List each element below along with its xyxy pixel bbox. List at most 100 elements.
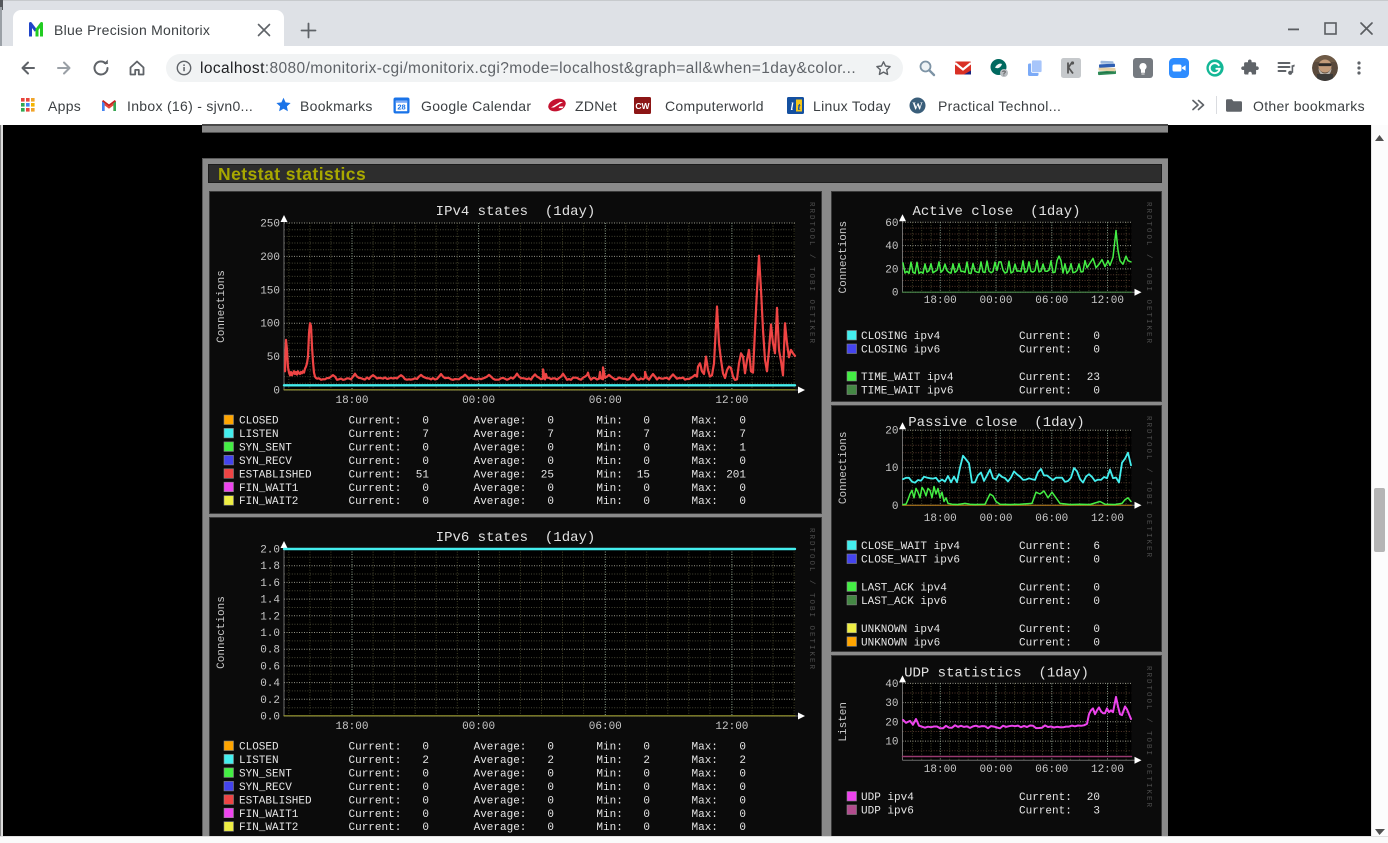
- svg-text:Max:: Max:: [692, 483, 718, 495]
- svg-text:UNKNOWN ipv6: UNKNOWN ipv6: [861, 637, 940, 649]
- svg-text:Min:: Min:: [596, 483, 622, 495]
- svg-text:0: 0: [547, 742, 554, 754]
- svg-text:1.8: 1.8: [260, 561, 280, 573]
- svg-text:0: 0: [643, 496, 650, 508]
- svg-text:CLOSE_WAIT ipv6: CLOSE_WAIT ipv6: [861, 555, 960, 567]
- svg-text:TIME_WAIT ipv4: TIME_WAIT ipv4: [861, 372, 954, 384]
- svg-text:0: 0: [892, 501, 899, 513]
- svg-text:0: 0: [739, 795, 746, 807]
- svg-text:Average:: Average:: [474, 456, 527, 468]
- svg-text:0.4: 0.4: [260, 678, 280, 690]
- svg-text:Average:: Average:: [474, 768, 527, 780]
- svg-text:Average:: Average:: [474, 442, 527, 454]
- svg-text:0: 0: [547, 442, 554, 454]
- svg-text:1.6: 1.6: [260, 578, 280, 590]
- svg-text:Current:: Current:: [349, 483, 402, 495]
- svg-text:0: 0: [547, 496, 554, 508]
- svg-text:Min:: Min:: [596, 768, 622, 780]
- svg-text:Min:: Min:: [596, 442, 622, 454]
- svg-text:RRDTOOL / TOBI OETIKER: RRDTOOL / TOBI OETIKER: [807, 528, 815, 671]
- svg-text:Max:: Max:: [692, 795, 718, 807]
- svg-text:0.8: 0.8: [260, 645, 280, 657]
- svg-text:Min:: Min:: [596, 809, 622, 821]
- svg-text:7: 7: [547, 429, 554, 441]
- svg-text:FIN_WAIT2: FIN_WAIT2: [239, 822, 298, 834]
- svg-text:06:00: 06:00: [589, 721, 622, 733]
- svg-text:Connections: Connections: [838, 431, 850, 504]
- svg-text:0: 0: [1093, 582, 1100, 594]
- svg-text:RRDTOOL / TOBI OETIKER: RRDTOOL / TOBI OETIKER: [1144, 666, 1152, 809]
- svg-text:Current:: Current:: [349, 469, 402, 481]
- svg-text:SYN_RECV: SYN_RECV: [239, 456, 292, 468]
- svg-text:40: 40: [885, 241, 898, 253]
- svg-text:0: 0: [273, 386, 280, 398]
- svg-text:Current:: Current:: [1019, 372, 1072, 384]
- svg-text:2: 2: [643, 755, 650, 767]
- svg-text:0: 0: [643, 742, 650, 754]
- svg-text:0: 0: [1093, 596, 1100, 608]
- svg-text:51: 51: [416, 469, 430, 481]
- svg-text:20: 20: [885, 717, 898, 729]
- svg-text:Current:: Current:: [349, 456, 402, 468]
- svg-text:0: 0: [422, 795, 429, 807]
- svg-text:Average:: Average:: [474, 742, 527, 754]
- svg-text:2.0: 2.0: [260, 545, 280, 557]
- svg-text:Connections: Connections: [216, 270, 228, 343]
- svg-text:0: 0: [739, 782, 746, 794]
- svg-text:Average:: Average:: [474, 469, 527, 481]
- svg-text:0: 0: [643, 822, 650, 834]
- svg-text:Passive close (1day): Passive close (1day): [908, 415, 1084, 431]
- svg-text:FIN_WAIT1: FIN_WAIT1: [239, 483, 299, 495]
- svg-text:0: 0: [1093, 345, 1100, 357]
- svg-text:Max:: Max:: [692, 429, 718, 441]
- svg-text:0: 0: [422, 768, 429, 780]
- svg-text:200: 200: [260, 252, 280, 264]
- svg-text:Current:: Current:: [1019, 792, 1072, 804]
- svg-text:20: 20: [1087, 792, 1100, 804]
- svg-text:Current:: Current:: [1019, 541, 1072, 553]
- svg-text:0: 0: [643, 782, 650, 794]
- svg-text:Average:: Average:: [474, 782, 527, 794]
- svg-text:0: 0: [739, 822, 746, 834]
- svg-text:0: 0: [1093, 331, 1100, 343]
- svg-text:06:00: 06:00: [1035, 295, 1068, 307]
- svg-text:1: 1: [739, 442, 746, 454]
- svg-text:06:00: 06:00: [1035, 513, 1068, 525]
- svg-text:12:00: 12:00: [1091, 764, 1124, 776]
- svg-text:0: 0: [1093, 624, 1100, 636]
- svg-text:0: 0: [1093, 637, 1100, 649]
- svg-text:0: 0: [547, 416, 554, 428]
- svg-text:Current:: Current:: [349, 809, 402, 821]
- svg-text:RRDTOOL / TOBI OETIKER: RRDTOOL / TOBI OETIKER: [1144, 202, 1152, 345]
- svg-text:25: 25: [541, 469, 554, 481]
- svg-text:0: 0: [547, 795, 554, 807]
- svg-text:Max:: Max:: [692, 755, 718, 767]
- svg-text:Current:: Current:: [349, 755, 402, 767]
- svg-text:0: 0: [643, 795, 650, 807]
- svg-text:Current:: Current:: [349, 442, 402, 454]
- svg-text:0: 0: [547, 822, 554, 834]
- svg-text:Max:: Max:: [692, 742, 718, 754]
- svg-text:UDP statistics (1day): UDP statistics (1day): [904, 666, 1089, 682]
- svg-text:UDP ipv4: UDP ipv4: [861, 792, 914, 804]
- svg-text:l: l: [791, 102, 794, 113]
- svg-text:Average:: Average:: [474, 416, 527, 428]
- svg-text:12:00: 12:00: [1091, 295, 1124, 307]
- svg-text:0: 0: [643, 483, 650, 495]
- svg-text:0.0: 0.0: [260, 712, 280, 724]
- svg-text:0: 0: [422, 742, 429, 754]
- svg-text:CLOSED: CLOSED: [239, 416, 279, 428]
- svg-text:LAST_ACK ipv6: LAST_ACK ipv6: [861, 596, 947, 608]
- svg-text:50: 50: [267, 352, 280, 364]
- svg-text:SYN_RECV: SYN_RECV: [239, 782, 292, 794]
- svg-text:0: 0: [547, 809, 554, 821]
- svg-text:0: 0: [739, 416, 746, 428]
- svg-text:0: 0: [422, 483, 429, 495]
- svg-text:LISTEN: LISTEN: [239, 429, 279, 441]
- svg-text:0: 0: [643, 768, 650, 780]
- svg-text:250: 250: [260, 219, 280, 231]
- svg-text:Min:: Min:: [596, 469, 622, 481]
- svg-text:Max:: Max:: [692, 822, 718, 834]
- svg-text:18:00: 18:00: [924, 764, 957, 776]
- svg-text:1.2: 1.2: [260, 611, 280, 623]
